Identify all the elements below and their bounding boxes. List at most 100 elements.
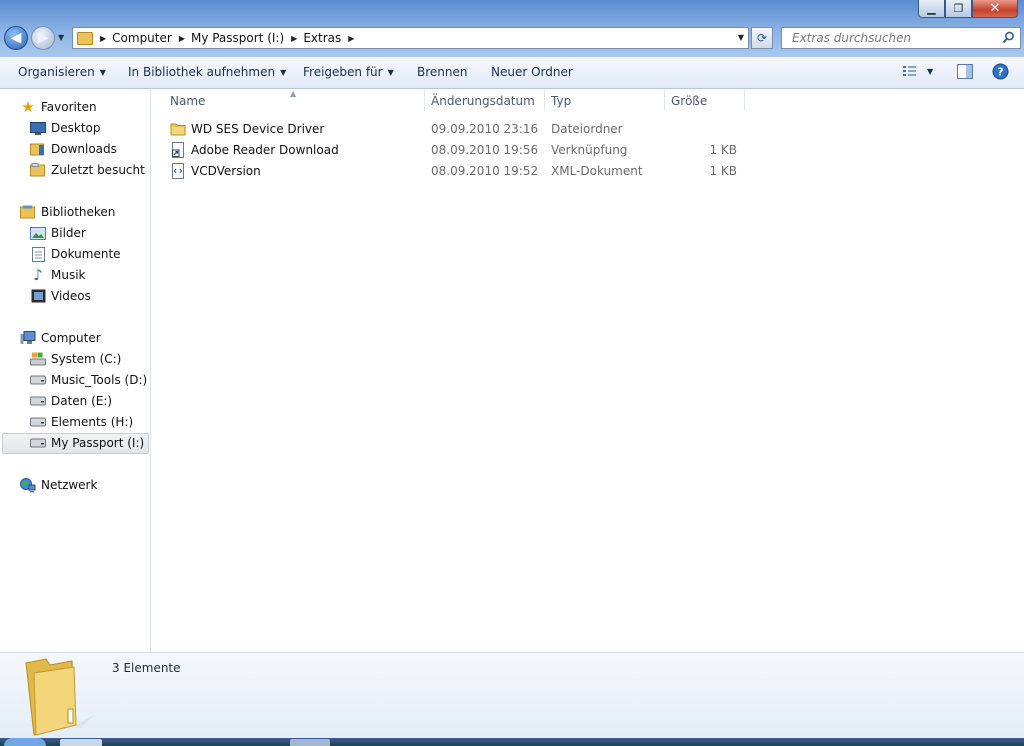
pictures-icon bbox=[30, 226, 46, 240]
minimize-button[interactable]: ▁ bbox=[918, 0, 945, 18]
file-size: 1 KB bbox=[709, 164, 737, 178]
nav-drive-d[interactable]: Music_Tools (D:) bbox=[30, 370, 147, 390]
view-dropdown-chevron-icon[interactable]: ▼ bbox=[927, 67, 933, 76]
nav-music-label: Musik bbox=[51, 268, 86, 282]
file-type: Verknüpfung bbox=[551, 143, 628, 157]
nav-desktop-label: Desktop bbox=[51, 121, 101, 135]
include-in-library-button[interactable]: In Bibliothek aufnehmen ▼ bbox=[128, 65, 286, 79]
nav-recent-label: Zuletzt besucht bbox=[51, 163, 145, 177]
nav-drive-e[interactable]: Daten (E:) bbox=[30, 391, 112, 411]
file-list: ▲ Name Änderungsdatum Typ Größe WD SES D… bbox=[152, 89, 1024, 652]
music-note-icon: ♪ bbox=[33, 266, 43, 284]
preview-pane-icon[interactable] bbox=[957, 64, 973, 79]
nav-favorites[interactable]: ★ Favoriten bbox=[20, 97, 96, 117]
column-separator[interactable] bbox=[424, 89, 425, 111]
file-date: 09.09.2010 23:16 bbox=[431, 122, 539, 136]
nav-drive-i[interactable]: My Passport (I:) bbox=[30, 433, 144, 453]
search-icon[interactable] bbox=[1002, 31, 1015, 44]
view-options-icon[interactable] bbox=[902, 64, 918, 78]
downloads-folder-icon bbox=[30, 142, 46, 156]
file-name: VCDVersion bbox=[191, 164, 261, 178]
table-row[interactable]: VCDVersion 08.09.2010 19:52 XML-Dokument… bbox=[166, 161, 756, 181]
chevron-right-icon[interactable]: ▶ bbox=[179, 34, 185, 43]
chevron-down-icon[interactable]: ▼ bbox=[738, 33, 744, 42]
drive-icon bbox=[30, 394, 46, 408]
search-input[interactable] bbox=[790, 30, 994, 46]
chevron-down-icon: ▼ bbox=[387, 68, 394, 77]
breadcrumb-extras[interactable]: Extras bbox=[303, 31, 341, 45]
breadcrumb-my-passport[interactable]: My Passport (I:) bbox=[191, 31, 284, 45]
chevron-right-icon[interactable]: ▶ bbox=[291, 34, 297, 43]
nav-downloads[interactable]: Downloads bbox=[30, 139, 117, 159]
nav-videos[interactable]: Videos bbox=[30, 286, 91, 306]
documents-icon bbox=[30, 246, 46, 262]
window-controls: ▁ ❐ ✕ bbox=[918, 0, 1018, 19]
taskbar bbox=[0, 738, 1024, 746]
nav-network-label: Netzwerk bbox=[41, 478, 98, 492]
column-header-type[interactable]: Typ bbox=[551, 94, 571, 108]
table-row[interactable]: Adobe Reader Download 08.09.2010 19:56 V… bbox=[166, 140, 756, 160]
nav-libraries-label: Bibliotheken bbox=[41, 205, 116, 219]
new-folder-button[interactable]: Neuer Ordner bbox=[491, 65, 573, 79]
nav-drive-c-label: System (C:) bbox=[51, 352, 122, 366]
system-drive-icon bbox=[30, 352, 46, 366]
organize-label: Organisieren bbox=[18, 65, 95, 79]
nav-computer[interactable]: Computer bbox=[20, 328, 101, 348]
forward-button[interactable]: ▶ bbox=[31, 26, 55, 50]
column-header-name[interactable]: Name bbox=[170, 94, 205, 108]
large-folder-icon bbox=[25, 658, 94, 736]
column-separator[interactable] bbox=[544, 89, 545, 111]
include-library-label: In Bibliothek aufnehmen bbox=[128, 65, 276, 79]
column-header-size[interactable]: Größe bbox=[671, 94, 707, 108]
sort-ascending-icon: ▲ bbox=[290, 89, 297, 98]
recent-pages-dropdown[interactable]: ▼ bbox=[58, 33, 64, 42]
help-icon[interactable]: ? bbox=[992, 63, 1009, 80]
share-with-button[interactable]: Freigeben für ▼ bbox=[303, 65, 394, 79]
library-icon bbox=[20, 205, 36, 219]
file-size: 1 KB bbox=[709, 143, 737, 157]
column-separator[interactable] bbox=[664, 89, 665, 111]
refresh-button[interactable]: ⟳ bbox=[751, 27, 773, 49]
nav-libraries[interactable]: Bibliotheken bbox=[20, 202, 115, 222]
table-row[interactable]: WD SES Device Driver 09.09.2010 23:16 Da… bbox=[166, 119, 756, 139]
maximize-button[interactable]: ❐ bbox=[945, 0, 972, 18]
nav-drive-d-label: Music_Tools (D:) bbox=[51, 373, 148, 387]
close-button[interactable]: ✕ bbox=[972, 0, 1018, 18]
nav-drive-c[interactable]: System (C:) bbox=[30, 349, 121, 369]
burn-button[interactable]: Brennen bbox=[417, 65, 467, 79]
nav-desktop[interactable]: Desktop bbox=[30, 118, 101, 138]
column-separator[interactable] bbox=[744, 89, 745, 111]
search-box[interactable] bbox=[781, 27, 1021, 49]
nav-computer-label: Computer bbox=[41, 331, 101, 345]
chevron-right-icon[interactable]: ▶ bbox=[100, 34, 106, 43]
organize-button[interactable]: Organisieren ▼ bbox=[18, 65, 106, 79]
breadcrumb-computer[interactable]: Computer bbox=[112, 31, 172, 45]
taskbar-button[interactable] bbox=[290, 739, 330, 746]
nav-downloads-label: Downloads bbox=[51, 142, 117, 156]
file-type: Dateiordner bbox=[551, 122, 623, 136]
nav-drive-h[interactable]: Elements (H:) bbox=[30, 412, 133, 432]
nav-music[interactable]: ♪ Musik bbox=[30, 265, 86, 285]
taskbar-button[interactable] bbox=[60, 739, 102, 746]
back-button[interactable]: ◀ bbox=[4, 26, 28, 50]
nav-drive-h-label: Elements (H:) bbox=[51, 415, 134, 429]
drive-icon bbox=[30, 415, 46, 429]
address-bar[interactable]: ▶ Computer ▶ My Passport (I:) ▶ Extras ▶… bbox=[72, 27, 749, 49]
start-button[interactable] bbox=[4, 738, 46, 746]
nav-documents[interactable]: Dokumente bbox=[30, 244, 121, 264]
nav-pictures[interactable]: Bilder bbox=[30, 223, 86, 243]
arrow-right-icon: ▶ bbox=[37, 30, 49, 46]
xml-file-icon bbox=[172, 163, 184, 179]
column-header-date[interactable]: Änderungsdatum bbox=[431, 94, 535, 108]
file-date: 08.09.2010 19:56 bbox=[431, 143, 539, 157]
nav-drive-e-label: Daten (E:) bbox=[51, 394, 113, 408]
navigation-pane: ★ Favoriten Desktop Downloads Zuletzt be… bbox=[0, 89, 151, 652]
network-icon bbox=[20, 477, 36, 492]
item-count: 3 Elemente bbox=[112, 661, 181, 675]
chevron-right-icon[interactable]: ▶ bbox=[348, 34, 354, 43]
nav-recent-places[interactable]: Zuletzt besucht bbox=[30, 160, 145, 180]
nav-network[interactable]: Netzwerk bbox=[20, 475, 97, 495]
nav-drive-i-label: My Passport (I:) bbox=[51, 436, 145, 450]
refresh-icon: ⟳ bbox=[756, 31, 768, 45]
file-date: 08.09.2010 19:52 bbox=[431, 164, 539, 178]
